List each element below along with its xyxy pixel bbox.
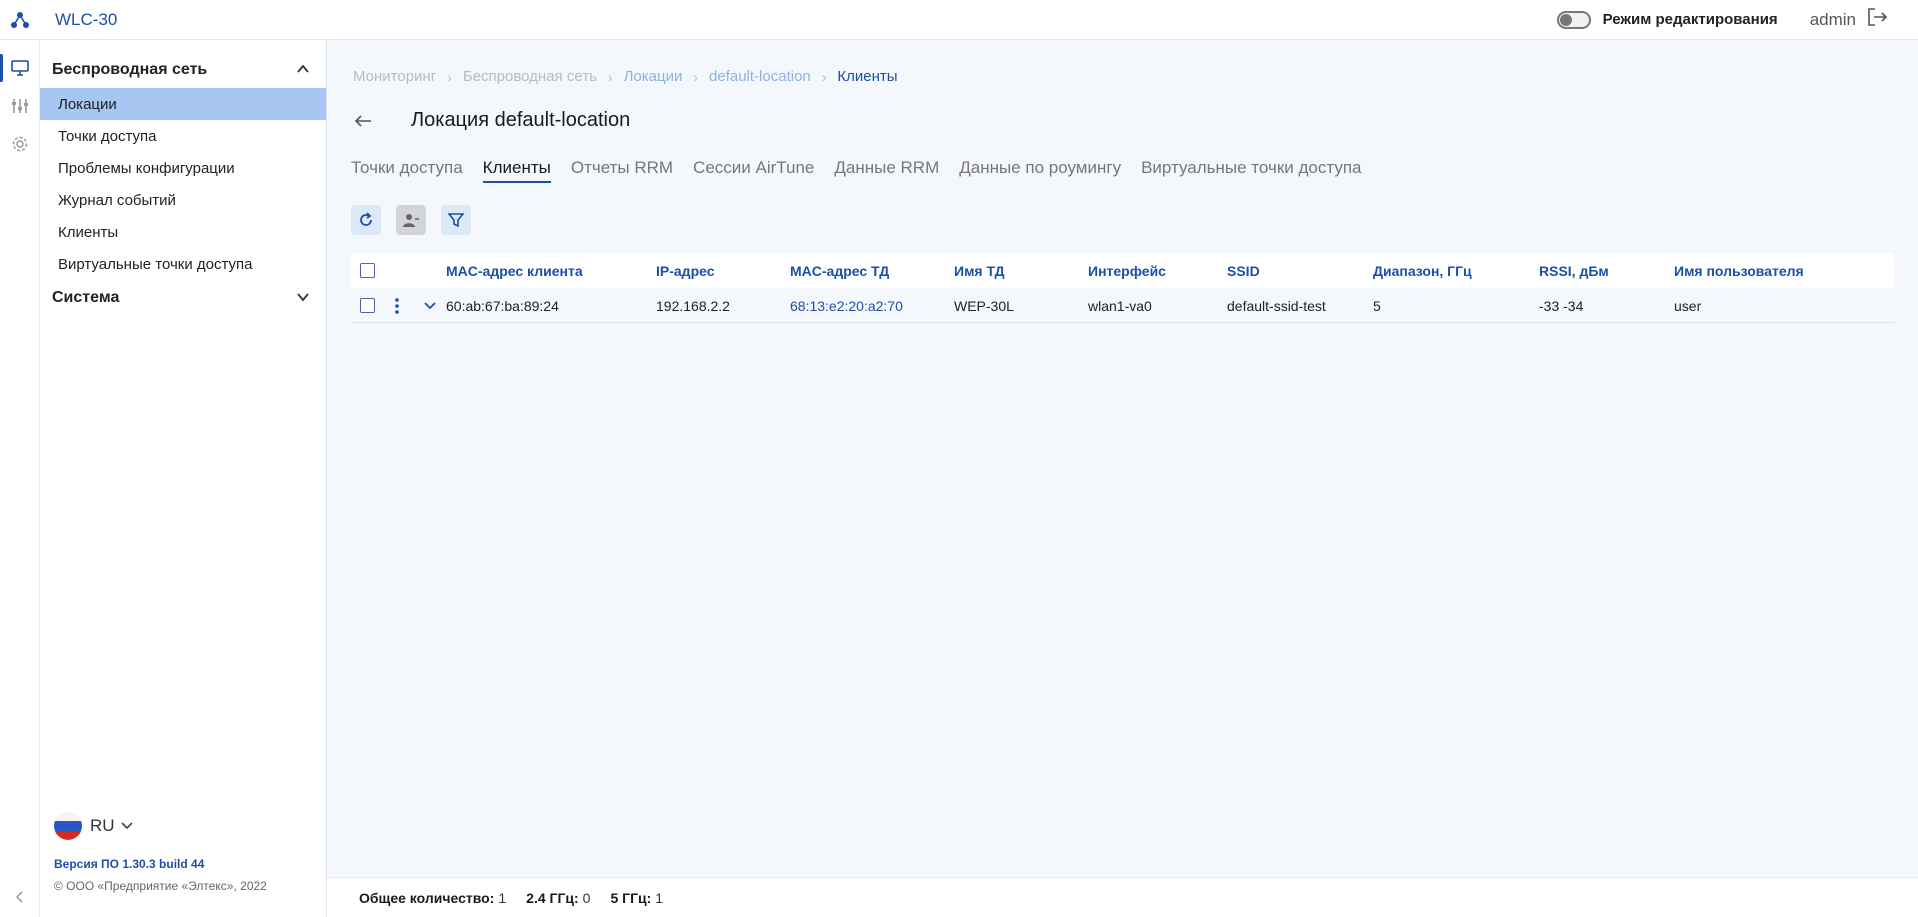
monitor-icon[interactable] — [0, 50, 40, 86]
breadcrumb-default-location[interactable]: default-location — [709, 68, 811, 85]
top-bar: WLC-30 Режим редактирования admin — [0, 0, 1918, 40]
column-username[interactable]: Имя пользователя — [1674, 253, 1804, 288]
chevron-right-icon: › — [693, 68, 699, 85]
cell-rssi: -33 -34 — [1539, 297, 1584, 314]
band24-count-label: 2.4 ГГц: — [526, 889, 579, 906]
refresh-button[interactable] — [351, 205, 381, 235]
settings-sliders-icon[interactable] — [0, 88, 40, 124]
software-version: Версия ПО 1.30.3 build 44 — [54, 857, 205, 871]
section-system-title: Система — [52, 289, 120, 306]
back-arrow-icon[interactable] — [353, 111, 373, 131]
remove-client-button[interactable] — [396, 205, 426, 235]
section-system[interactable]: Система — [40, 282, 326, 314]
app-title[interactable]: WLC-30 — [55, 10, 117, 30]
toolbar — [351, 205, 486, 235]
chevron-down-icon — [296, 290, 310, 309]
clients-table: MAC-адрес клиента IP-адрес MAC-адрес ТД … — [351, 253, 1895, 323]
chevron-up-icon — [296, 62, 310, 81]
chevron-right-icon: › — [447, 68, 452, 85]
band24-count: 2.4 ГГц: 0 — [526, 890, 590, 906]
filter-button[interactable] — [441, 205, 471, 235]
breadcrumb-monitoring[interactable]: Мониторинг — [353, 68, 436, 85]
summary-footer: Общее количество: 1 2.4 ГГц: 0 5 ГГц: 1 — [327, 877, 1918, 917]
breadcrumb: Мониторинг › Беспроводная сеть › Локации… — [353, 68, 898, 85]
row-checkbox[interactable] — [360, 288, 375, 323]
expand-row-chevron-icon[interactable] — [424, 288, 436, 323]
cell-ap-name: WEP-30L — [954, 297, 1014, 314]
breadcrumb-clients: Клиенты — [837, 68, 898, 85]
collapse-sidebar-icon[interactable] — [10, 887, 30, 907]
column-ap-mac[interactable]: MAC-адрес ТД — [790, 253, 889, 288]
cell-interface: wlan1-va0 — [1088, 297, 1152, 314]
column-rssi[interactable]: RSSI, дБм — [1539, 253, 1609, 288]
cell-username: user — [1674, 297, 1702, 314]
breadcrumb-wireless-network[interactable]: Беспроводная сеть — [463, 68, 597, 85]
chevron-down-icon — [120, 822, 133, 830]
sidebar-item-event-log[interactable]: Журнал событий — [40, 184, 326, 216]
chevron-right-icon: › — [607, 68, 613, 85]
main-content: Мониторинг › Беспроводная сеть › Локации… — [327, 40, 1918, 917]
refresh-icon — [360, 212, 372, 226]
edit-mode-toggle[interactable] — [1556, 10, 1591, 29]
tabs: Точки доступа Клиенты Отчеты RRM Сессии … — [351, 158, 1382, 183]
language-code: RU — [90, 816, 115, 835]
column-interface[interactable]: Интерфейс — [1088, 253, 1166, 288]
row-menu-icon[interactable] — [395, 288, 399, 323]
user-name[interactable]: admin — [1810, 10, 1856, 30]
column-ap-name[interactable]: Имя ТД — [954, 253, 1005, 288]
tab-access-points[interactable]: Точки доступа — [351, 158, 463, 183]
tab-virtual-aps[interactable]: Виртуальные точки доступа — [1141, 158, 1361, 183]
language-selector[interactable]: RU — [54, 812, 133, 840]
band24-count-value: 0 — [582, 889, 591, 906]
select-all-checkbox[interactable] — [360, 253, 375, 288]
section-wireless-network-title: Беспроводная сеть — [52, 61, 208, 78]
copyright: © ООО «Предприятие «Элтекс», 2022 — [54, 879, 267, 893]
tab-roaming-data[interactable]: Данные по роумингу — [959, 158, 1121, 183]
column-band[interactable]: Диапазон, ГГц — [1373, 253, 1472, 288]
total-count: Общее количество: 1 — [359, 890, 506, 906]
tab-clients[interactable]: Клиенты — [482, 158, 551, 183]
cell-ip: 192.168.2.2 — [656, 297, 730, 314]
russia-flag-icon — [54, 812, 82, 840]
sidebar-item-config-problems[interactable]: Проблемы конфигурации — [40, 152, 326, 184]
sidebar-item-clients[interactable]: Клиенты — [40, 216, 326, 248]
icon-rail — [0, 40, 40, 917]
band5-count-label: 5 ГГц: — [610, 889, 652, 906]
logout-icon[interactable] — [1866, 7, 1888, 32]
cell-band: 5 — [1373, 297, 1381, 314]
total-count-value: 1 — [498, 889, 507, 906]
edit-mode-label: Режим редактирования — [1602, 11, 1778, 28]
cell-client-mac: 60:ab:67:ba:89:24 — [446, 297, 559, 314]
column-client-mac[interactable]: MAC-адрес клиента — [446, 253, 583, 288]
cell-ap-mac-link[interactable]: 68:13:e2:20:a2:70 — [790, 288, 903, 323]
band5-count: 5 ГГц: 1 — [610, 890, 663, 906]
gear-icon[interactable] — [0, 126, 40, 162]
table-header: MAC-адрес клиента IP-адрес MAC-адрес ТД … — [351, 253, 1895, 288]
user-remove-icon — [403, 214, 419, 227]
column-ssid[interactable]: SSID — [1227, 253, 1260, 288]
tab-airtune-sessions[interactable]: Сессии AirTune — [693, 158, 814, 183]
cell-ssid: default-ssid-test — [1227, 297, 1326, 314]
section-wireless-network[interactable]: Беспроводная сеть — [40, 54, 326, 86]
tab-rrm-reports[interactable]: Отчеты RRM — [571, 158, 673, 183]
total-count-label: Общее количество: — [359, 889, 495, 906]
page-title: Локация default-location — [411, 109, 631, 131]
table-row[interactable]: 60:ab:67:ba:89:24 192.168.2.2 68:13:e2:2… — [351, 288, 1895, 323]
breadcrumb-locations[interactable]: Локации — [624, 68, 683, 85]
app-logo-icon[interactable] — [0, 0, 40, 40]
tab-rrm-data[interactable]: Данные RRM — [834, 158, 939, 183]
sidebar-item-locations[interactable]: Локации — [40, 88, 326, 120]
sidebar: Беспроводная сеть Локации Точки доступа … — [40, 40, 327, 917]
chevron-right-icon: › — [821, 68, 827, 85]
band5-count-value: 1 — [655, 889, 664, 906]
filter-icon — [448, 213, 464, 228]
sidebar-item-access-points[interactable]: Точки доступа — [40, 120, 326, 152]
sidebar-item-virtual-aps[interactable]: Виртуальные точки доступа — [40, 248, 326, 280]
column-ip[interactable]: IP-адрес — [656, 253, 715, 288]
